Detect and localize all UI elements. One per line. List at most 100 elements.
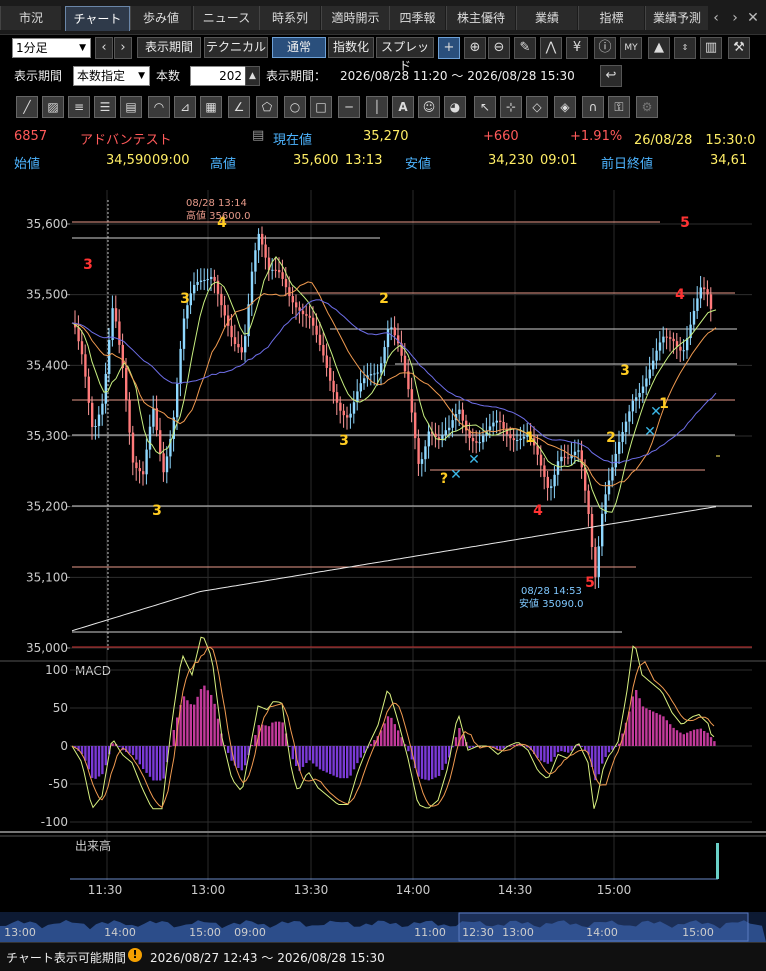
settings-wrench-icon[interactable]: ⚒ bbox=[728, 37, 750, 59]
gann-tool-icon[interactable]: ▦ bbox=[200, 96, 222, 118]
macd-hist-bar bbox=[97, 746, 101, 777]
macd-hist-bar bbox=[206, 690, 209, 746]
hlines-tool-icon[interactable]: ≡ bbox=[68, 96, 90, 118]
fib-tool-icon[interactable]: ☰ bbox=[94, 96, 116, 118]
interval-select[interactable]: 1分足 ▼ bbox=[12, 38, 91, 58]
stock-name: アドバンテスト bbox=[80, 133, 172, 148]
auto-icon[interactable]: ⇕ bbox=[674, 37, 696, 59]
tab-forecast[interactable]: 業績予測 bbox=[645, 6, 708, 30]
fan-tool-icon[interactable]: ⊿ bbox=[174, 96, 196, 118]
close-icon[interactable]: ✕ bbox=[745, 8, 761, 28]
wave-icon[interactable]: ⋀ bbox=[540, 37, 562, 59]
gear-icon[interactable]: ⚙ bbox=[636, 96, 658, 118]
candle-body bbox=[645, 378, 648, 387]
lock-tool-icon[interactable]: ⚿ bbox=[608, 96, 630, 118]
candle-body bbox=[383, 347, 386, 364]
tab-scroll-right-icon[interactable]: › bbox=[727, 8, 743, 28]
macd-hist-bar bbox=[128, 746, 131, 754]
wave-count-label: 3 bbox=[152, 503, 162, 519]
candle-body bbox=[325, 355, 328, 368]
undo-icon[interactable]: ↩ bbox=[600, 65, 622, 87]
tab-market[interactable]: 市況 bbox=[0, 6, 61, 30]
navigator-tick-label: 11:00 bbox=[414, 926, 446, 939]
index-button[interactable]: 指数化 bbox=[328, 37, 374, 58]
period-mode-select[interactable]: 本数指定 ▼ bbox=[73, 66, 150, 86]
macd-hist-bar bbox=[189, 704, 192, 746]
wave-count-label: 1 bbox=[525, 430, 535, 446]
pointer-tool-icon[interactable]: ↖ bbox=[474, 96, 496, 118]
candle-body bbox=[577, 450, 580, 452]
macd-hist-bar bbox=[570, 746, 573, 751]
tab-results[interactable]: 業績 bbox=[516, 6, 577, 30]
open-time: 09:00 bbox=[152, 153, 190, 168]
candle-body bbox=[567, 457, 570, 459]
macd-hist-bar bbox=[601, 746, 604, 764]
stamp-tool-icon[interactable]: ◕ bbox=[444, 96, 466, 118]
eraser-tool-icon[interactable]: ◇ bbox=[526, 96, 548, 118]
normal-button[interactable]: 通常 bbox=[272, 37, 326, 58]
technical-button[interactable]: テクニカル bbox=[204, 37, 268, 58]
quote-datetime: 26/08/28 15:30:0 bbox=[634, 133, 756, 148]
bar-chart-icon[interactable]: ▥ bbox=[700, 37, 722, 59]
info-icon[interactable]: ⓘ bbox=[594, 37, 616, 59]
vline-tool-icon[interactable]: │ bbox=[366, 96, 388, 118]
pen-icon[interactable]: ✎ bbox=[514, 37, 536, 59]
period-label: 表示期間 bbox=[14, 69, 63, 83]
channel-tool-icon[interactable]: ▤ bbox=[120, 96, 142, 118]
candle-body bbox=[672, 338, 675, 342]
candle-body bbox=[516, 440, 519, 442]
add-icon[interactable]: + bbox=[438, 37, 460, 59]
tab-shikiho[interactable]: 四季報 bbox=[389, 6, 445, 30]
next-icon[interactable]: › bbox=[114, 37, 132, 59]
time-tick-label: 11:30 bbox=[88, 883, 123, 897]
candle-body bbox=[254, 250, 257, 272]
rect-tool-icon[interactable]: □ bbox=[310, 96, 332, 118]
count-input[interactable]: 202 bbox=[190, 66, 247, 86]
display-period-button[interactable]: 表示期間 bbox=[137, 37, 201, 58]
angle-tool-icon[interactable]: ∠ bbox=[228, 96, 250, 118]
tab-scroll-left-icon[interactable]: ‹ bbox=[708, 8, 724, 28]
candle-body bbox=[114, 308, 118, 322]
crosshair-tool-icon[interactable]: ⊹ bbox=[500, 96, 522, 118]
macd-hist-bar bbox=[431, 746, 434, 780]
hline-tool-icon[interactable]: ─ bbox=[338, 96, 360, 118]
candle-body bbox=[611, 467, 614, 481]
prev-icon[interactable]: ‹ bbox=[95, 37, 113, 59]
navigator-tick-label: 13:00 bbox=[4, 926, 36, 939]
eraser-all-tool-icon[interactable]: ◈ bbox=[554, 96, 576, 118]
tab-ticks[interactable]: 歩み値 bbox=[130, 6, 191, 30]
candle-body bbox=[699, 287, 702, 299]
candle-body bbox=[631, 400, 634, 412]
tab-benefits[interactable]: 株主優待 bbox=[446, 6, 515, 30]
tab-disclosure[interactable]: 適時開示 bbox=[321, 6, 389, 30]
area-chart-icon[interactable]: ▲ bbox=[648, 37, 670, 59]
pentagon-tool-icon[interactable]: ⬠ bbox=[256, 96, 278, 118]
line-tool-icon[interactable]: ╱ bbox=[16, 96, 38, 118]
tab-news[interactable]: ニュース bbox=[193, 6, 259, 30]
my-indicator-icon[interactable]: MY bbox=[620, 37, 642, 59]
ruler-tool-icon[interactable]: ▨ bbox=[42, 96, 64, 118]
zoom-out-icon[interactable]: ⊖ bbox=[488, 37, 510, 59]
tab-indicators[interactable]: 指標 bbox=[578, 6, 644, 30]
magnet-tool-icon[interactable]: ∩ bbox=[582, 96, 604, 118]
navigator-tick-label: 13:00 bbox=[502, 926, 534, 939]
arc-tool-icon[interactable]: ◠ bbox=[148, 96, 170, 118]
candle-body bbox=[448, 427, 451, 431]
macd-hist-bar bbox=[172, 729, 175, 746]
count-stepper[interactable]: ▲ bbox=[245, 66, 260, 86]
macd-hist-bar bbox=[342, 746, 345, 779]
smiley-tool-icon[interactable]: ☺ bbox=[418, 96, 440, 118]
macd-hist-bar bbox=[186, 700, 189, 746]
candle-body bbox=[390, 327, 393, 329]
yen-icon[interactable]: ¥ bbox=[566, 37, 588, 59]
text-tool-icon[interactable]: A bbox=[392, 96, 414, 118]
price-chart[interactable]: 35,600 35,500 35,400 35,300 35,200 35,100 35,0… bbox=[0, 172, 766, 942]
tab-chart[interactable]: チャート bbox=[65, 6, 130, 31]
macd-hist-bar bbox=[628, 711, 631, 746]
tab-timeseries[interactable]: 時系列 bbox=[259, 6, 320, 30]
circle-tool-icon[interactable]: ○ bbox=[284, 96, 306, 118]
candle-body bbox=[77, 327, 80, 342]
spread-button[interactable]: スプレッド bbox=[376, 37, 434, 73]
zoom-in-icon[interactable]: ⊕ bbox=[464, 37, 486, 59]
macd-hist-bar bbox=[271, 722, 274, 746]
